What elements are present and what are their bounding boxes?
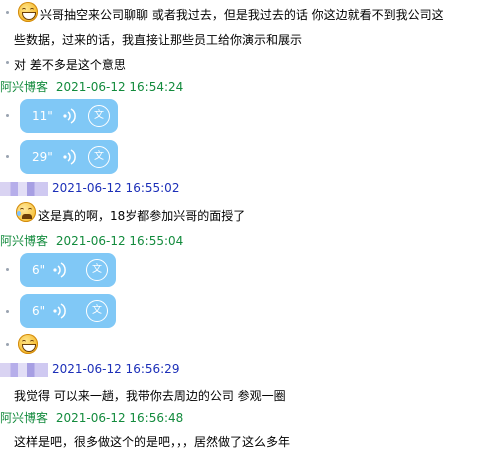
blurred-sender-name xyxy=(0,363,48,377)
voice-wave-icon xyxy=(53,262,66,278)
message-dot xyxy=(6,61,9,64)
voice-wave-icon xyxy=(63,149,76,165)
crying-emoji-icon xyxy=(16,202,36,222)
voice-message[interactable]: 11" 文 xyxy=(20,99,118,133)
voice-message[interactable]: 6" 文 xyxy=(20,253,116,287)
timestamp: 2021-06-12 16:56:29 xyxy=(52,362,180,376)
grin-emoji-icon xyxy=(18,334,38,354)
timestamp: 2021-06-12 16:54:24 xyxy=(55,80,184,94)
blurred-sender-name xyxy=(0,182,48,196)
message-dot xyxy=(6,343,9,346)
message-dot xyxy=(6,11,9,14)
grin-emoji-icon xyxy=(18,2,38,22)
chat-history: 兴哥抽空来公司聊聊 或者我过去，但是我过去的话 你这边就看不到我公司这 些数据，… xyxy=(0,0,498,454)
voice-duration: 11" xyxy=(32,109,53,123)
voice-duration: 6" xyxy=(32,263,46,277)
sender-name: 阿兴博客 xyxy=(0,234,49,248)
message-text: 这是真的啊，18岁都参加兴哥的面授了 xyxy=(38,209,246,223)
voice-message[interactable]: 29" 文 xyxy=(20,140,118,174)
timestamp: 2021-06-12 16:55:02 xyxy=(52,181,180,195)
message-dot xyxy=(6,155,9,158)
message-header: 阿兴博客 2021-06-12 16:54:24 xyxy=(0,78,183,95)
message-header: 阿兴博客 2021-06-12 16:56:48 xyxy=(0,409,183,426)
translate-icon[interactable]: 文 xyxy=(88,105,110,127)
sender-name: 阿兴博客 xyxy=(0,411,49,425)
voice-duration: 6" xyxy=(32,304,46,318)
message-text: 我觉得 可以来一趟，我带你去周边的公司 参观一圈 xyxy=(14,389,286,403)
message-text: 对 差不多是这个意思 xyxy=(14,58,126,72)
message-header: 阿兴博客 2021-06-12 16:55:04 xyxy=(0,232,183,249)
voice-wave-icon xyxy=(53,303,66,319)
translate-icon[interactable]: 文 xyxy=(86,259,108,281)
sender-name: 阿兴博客 xyxy=(0,80,49,94)
voice-duration: 29" xyxy=(32,150,53,164)
voice-message[interactable]: 6" 文 xyxy=(20,294,116,328)
message-text-continued: 些数据，过来的话，我直接让那些员工给你演示和展示 xyxy=(14,33,303,47)
message-dot xyxy=(6,268,9,271)
translate-icon[interactable]: 文 xyxy=(88,146,110,168)
message-dot xyxy=(6,114,9,117)
voice-wave-icon xyxy=(63,108,76,124)
message-text: 兴哥抽空来公司聊聊 或者我过去，但是我过去的话 你这边就看不到我公司这 xyxy=(40,8,444,22)
translate-icon[interactable]: 文 xyxy=(86,300,108,322)
message-text: 这样是吧，很多做这个的是吧，，，居然做了这么多年 xyxy=(14,435,291,449)
timestamp: 2021-06-12 16:56:48 xyxy=(55,411,184,425)
timestamp: 2021-06-12 16:55:04 xyxy=(55,234,184,248)
message-dot xyxy=(6,310,9,313)
